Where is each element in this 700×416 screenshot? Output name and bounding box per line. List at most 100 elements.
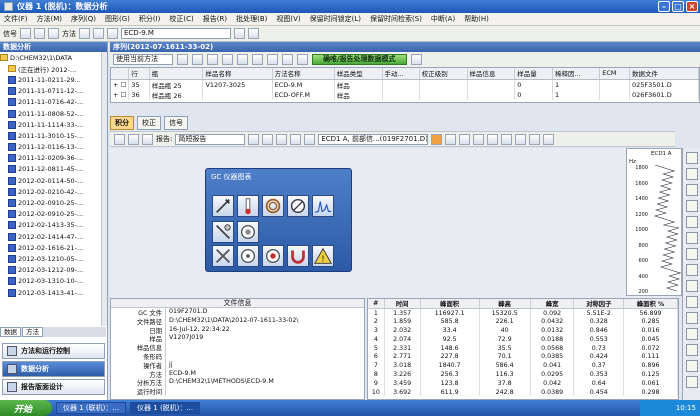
print-sequence-icon[interactable] [252, 54, 263, 65]
first-icon[interactable] [177, 54, 188, 65]
peak-row[interactable]: 5 2.331 148.6 35.5 0.0568 0.73 0.072 [368, 343, 678, 353]
peak-row[interactable]: 9 3.459 123.8 37.8 0.042 0.64 0.061 [368, 378, 678, 388]
row-checkbox[interactable]: + ☐ [111, 89, 130, 100]
tool-icon[interactable] [686, 312, 698, 324]
tree-item[interactable]: 2012-03-1310-10-... [0, 276, 106, 287]
undo-icon[interactable] [282, 54, 293, 65]
report-print-icon[interactable] [262, 133, 274, 145]
oven-icon[interactable] [237, 221, 259, 243]
method-edit-icon[interactable] [234, 28, 245, 39]
tree-item[interactable]: 2012-03-1212-09-... [0, 265, 106, 276]
open-icon[interactable] [34, 28, 45, 39]
run-control-icon[interactable] [262, 245, 284, 267]
next-icon[interactable] [222, 54, 233, 65]
menu-help[interactable]: 帮助(H) [464, 14, 489, 24]
last-icon[interactable] [237, 54, 248, 65]
baseline-icon[interactable] [501, 133, 513, 145]
tree-item[interactable]: 2011-11-1114-33-... [0, 119, 106, 130]
menu-calibration[interactable]: 校正(C) [169, 14, 193, 24]
method-select[interactable]: 使用当前方法 [113, 54, 173, 65]
tab-method[interactable]: 方法 [22, 327, 43, 337]
menu-method[interactable]: 方法(M) [37, 14, 63, 24]
injector-icon[interactable] [212, 221, 234, 243]
col-area-percent[interactable]: 峰面积 % [623, 299, 678, 309]
nav-report-layout[interactable]: 报告版面设计 [2, 379, 105, 395]
col-width[interactable]: 峰宽 [530, 299, 575, 309]
tree-item[interactable]: 2011-12-0209-36-... [0, 153, 106, 164]
tree-item[interactable]: 2012-02-0910-25-... [0, 197, 106, 208]
integrate-icon[interactable] [114, 133, 125, 145]
tool-icon[interactable] [686, 264, 698, 276]
col-amount[interactable]: 样品量 [514, 68, 553, 80]
method-save-icon[interactable] [93, 28, 104, 39]
col-sample-type[interactable]: 样品类型 [334, 68, 383, 80]
chromatogram-icon[interactable] [48, 28, 59, 39]
report-select[interactable]: 简短报告 [175, 133, 246, 145]
taskbar-item[interactable]: 仪器 1 (联机)：... [56, 402, 127, 414]
menu-rt-lock[interactable]: 保留时间锁定(L) [310, 14, 361, 24]
minimize-button[interactable]: – [658, 1, 670, 12]
redo-icon[interactable] [297, 54, 308, 65]
col-cal-level[interactable]: 校正级别 [419, 68, 468, 80]
tree-item[interactable]: 2012-02-1414-47-... [0, 231, 106, 242]
tree-item[interactable]: 2011-11-0716-42-... [0, 97, 106, 108]
tool-icon[interactable] [686, 232, 698, 244]
peak-row[interactable]: 4 2.074 92.5 72.9 0.0188 0.553 0.045 [368, 334, 678, 344]
tool-icon[interactable] [686, 360, 698, 372]
signal-select[interactable]: ECD1 A, 前部信...(019F2701.D) [318, 133, 429, 145]
tool-icon[interactable] [686, 184, 698, 196]
method-info-icon[interactable] [248, 28, 259, 39]
column-icon[interactable] [262, 195, 284, 217]
method-load-icon[interactable] [79, 28, 90, 39]
col-ecm[interactable]: ECM [599, 68, 630, 80]
report-setup-icon[interactable] [290, 133, 302, 145]
zoom-in-icon[interactable] [459, 133, 471, 145]
tool-icon[interactable] [686, 152, 698, 164]
col-height[interactable]: 峰高 [479, 299, 531, 309]
signal-icon[interactable] [20, 28, 31, 39]
menu-report[interactable]: 报告(R) [203, 14, 227, 24]
row-checkbox[interactable]: + ☐ [111, 79, 130, 90]
tool-icon[interactable] [686, 200, 698, 212]
peak-row[interactable]: 2 1.859 585.8 226.1 0.0432 0.328 0.285 [368, 317, 678, 327]
tool-icon[interactable] [686, 328, 698, 340]
tool-icon[interactable] [686, 216, 698, 228]
review-mode-button[interactable]: 确唯/报告处理数据模式 [312, 54, 407, 65]
tree-item[interactable]: 2011-11-0211-29... [0, 74, 106, 85]
col-manual[interactable]: 手动... [382, 68, 420, 80]
tool-icon[interactable] [686, 376, 698, 388]
help-icon[interactable] [410, 54, 422, 65]
close-button[interactable]: × [686, 1, 698, 12]
table-icon[interactable] [267, 54, 278, 65]
tree-item[interactable]: (正在进行) 2012-... [0, 63, 106, 74]
chromatogram-area[interactable] [110, 148, 675, 298]
method-field[interactable]: ECD-9.M [121, 28, 231, 39]
pan-icon[interactable] [487, 133, 499, 145]
maximize-button[interactable]: □ [672, 1, 684, 12]
tool-icon[interactable] [686, 296, 698, 308]
print-icon[interactable] [107, 28, 118, 39]
signal-options-icon[interactable] [431, 133, 443, 145]
col-sample-name[interactable]: 样品名称 [202, 68, 273, 80]
col-sample-info[interactable]: 样品信息 [467, 68, 516, 80]
detector-icon[interactable] [287, 195, 309, 217]
tool-icon[interactable] [686, 280, 698, 292]
menu-batch[interactable]: 批处理(B) [236, 14, 267, 24]
col-symmetry[interactable]: 对称因子 [573, 299, 625, 309]
menu-graphics[interactable]: 图形(G) [105, 14, 130, 24]
tree-item[interactable]: 2012-02-1413-35-... [0, 220, 106, 231]
tree-item[interactable]: 2012-02-0910-25-... [0, 209, 106, 220]
warning-icon[interactable]: ! [312, 245, 334, 267]
tool-icon[interactable] [686, 248, 698, 260]
tree-item[interactable]: 2011-12-0116-13-... [0, 142, 106, 153]
col-retention-time[interactable]: 时间 [384, 299, 421, 309]
tree-item[interactable]: 2011-11-3010-15-... [0, 130, 106, 141]
magnet-icon[interactable] [287, 245, 309, 267]
split-peak-icon[interactable] [515, 133, 527, 145]
tree-item[interactable]: 2012-03-1413-41-... [0, 287, 106, 298]
col-area[interactable]: 峰面积 [420, 299, 480, 309]
peak-row[interactable]: 1 1.357 116927.1 15320.5 0.092 5.51E-2 56.899 [368, 308, 678, 318]
undo-integration-icon[interactable] [543, 133, 555, 145]
previous-icon[interactable] [192, 54, 203, 65]
tool-icon[interactable] [686, 168, 698, 180]
